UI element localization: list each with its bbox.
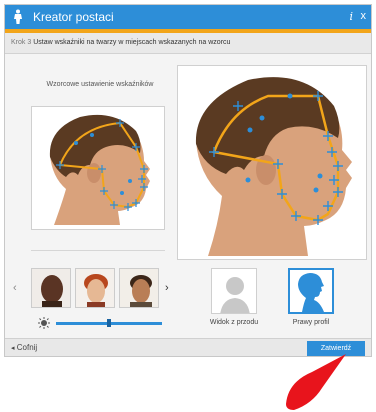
person-icon [14,9,22,24]
front-silhouette-icon [220,277,250,313]
step-number: Krok 3 [11,39,32,46]
chevron-left-icon: ◂ [11,345,15,352]
back-button[interactable]: ◂ Cofnij [11,343,37,352]
thumbnail-1[interactable] [31,268,71,308]
profile-view-button[interactable] [288,268,334,314]
face-thumbnail-icon [32,269,70,307]
brightness-slider-handle[interactable] [107,319,111,327]
brightness-icon [38,317,50,329]
character-creator-window: Kreator postaci i x Krok 3 Ustaw wskaźni… [4,4,372,357]
chevron-left-icon[interactable]: ‹ [13,282,17,294]
mouse-pointer-icon [286,354,346,410]
title-bar: Kreator postaci i x [5,5,371,29]
front-view-button[interactable] [211,268,257,314]
editable-photo[interactable] [177,65,367,260]
step-bar: Krok 3 Ustaw wskaźniki na twarzy w miejs… [5,33,371,54]
profile-silhouette-icon [298,273,324,312]
face-thumbnail-icon [76,269,114,307]
chevron-right-icon[interactable]: › [165,282,169,294]
thumbnail-2[interactable] [75,268,115,308]
editable-head-illustration[interactable] [178,66,367,260]
close-button[interactable]: x [361,10,367,22]
front-view-label: Widok z przodu [209,319,259,326]
reference-photo [31,106,165,230]
reference-title: Wzorcowe ustawienie wskaźników [46,81,154,88]
info-button[interactable]: i [349,10,353,23]
step-instruction: Ustaw wskaźniki na twarzy w miejscach ws… [33,39,231,46]
panel-divider [31,250,165,251]
thumbnail-3[interactable] [119,268,159,308]
back-label: Cofnij [16,343,38,352]
profile-view-label: Prawy profil [292,319,330,326]
face-thumbnail-icon [120,269,158,307]
window-title: Kreator postaci [33,10,114,24]
reference-head-illustration [49,114,150,225]
